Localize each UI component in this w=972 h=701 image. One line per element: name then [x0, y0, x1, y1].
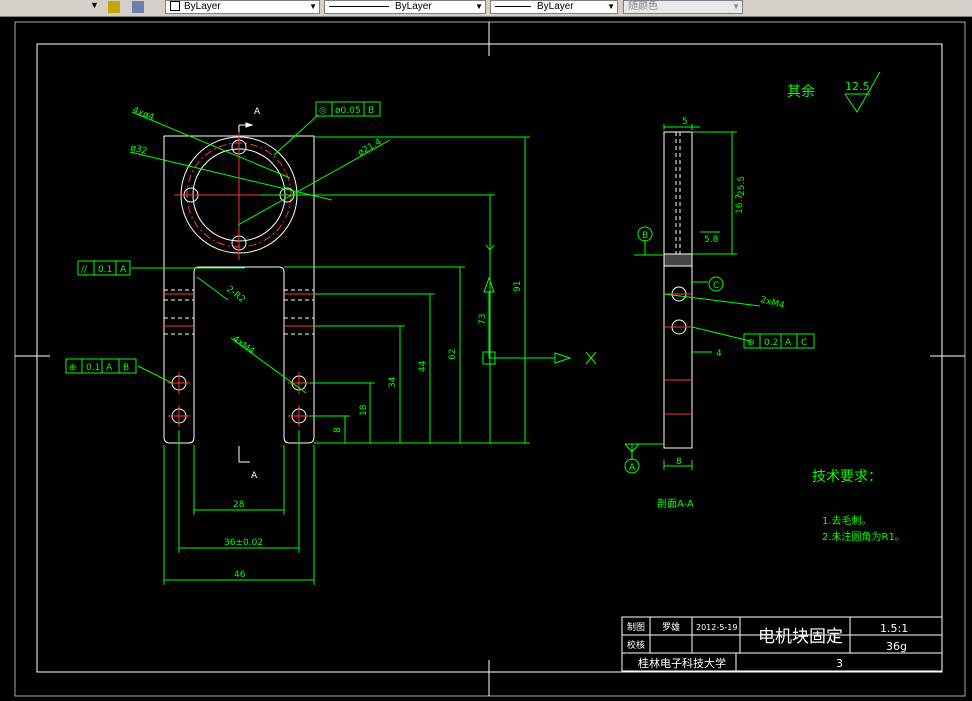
dim-phi21-label: ø21.4	[357, 137, 384, 159]
roughness-label: 其余	[787, 83, 815, 100]
side-bottom-block	[663, 265, 693, 449]
plotstyle-value: 随颜色	[628, 1, 658, 12]
dim-25-label: 25.5	[737, 176, 747, 196]
dim-28-label: 28	[233, 500, 245, 510]
check-label: 校核	[627, 639, 645, 651]
tol-position1-datum2: B	[123, 363, 129, 373]
drawn-by: 罗雄	[662, 621, 680, 633]
chevron-down-icon: ▼	[475, 2, 483, 11]
tech-item-2: 2.未注圆角为R1。	[822, 530, 905, 543]
tech-title: 技术要求：	[812, 469, 882, 485]
plotstyle-control: 随颜色 ▼	[623, 0, 743, 14]
datum-c-label: C	[713, 281, 719, 291]
front-view	[163, 130, 315, 444]
tol-concentric-symbol: ◎	[319, 106, 327, 116]
dim-5-label: 5	[682, 117, 688, 127]
linetype-value: ByLayer	[395, 1, 432, 12]
color-swatch-icon	[170, 1, 180, 12]
tol-position2-datum1: A	[785, 338, 792, 348]
dimension-lines	[129, 111, 597, 585]
tol-concentric-value: ø0.05	[335, 106, 361, 116]
tol-position2-value: 0.2	[764, 338, 778, 348]
drawing-canvas[interactable]: 其余 12.5 ◎ ø0.05 B // 0.1 A ⊕ 0.1 A B ⊕ 0…	[0, 17, 972, 701]
side-hatch	[663, 253, 693, 267]
tech-item-1: 1.去毛刺。	[822, 515, 872, 527]
tol-parallel-symbol: //	[81, 265, 88, 275]
dim-34-label: 34	[388, 376, 398, 388]
lineweight-value: ByLayer	[537, 1, 574, 12]
sheet-number: 3	[836, 657, 843, 670]
tol-position1-symbol: ⊕	[69, 363, 77, 373]
layer-previous-icon[interactable]	[132, 1, 144, 13]
properties-toolbar: ▼ ByLayer ▼ ByLayer ▼ ByLayer ▼ 随颜色 ▼	[0, 0, 972, 17]
scale: 1.5:1	[880, 622, 908, 635]
lineweight-preview-icon	[495, 5, 531, 7]
drawn-date: 2012-5-19	[696, 623, 737, 632]
side-dimension-lines	[624, 71, 881, 470]
dim-2xm4-label: 2xM4	[759, 295, 786, 311]
tol-position1-datum1: A	[106, 363, 113, 373]
weight: 36g	[886, 640, 907, 653]
section-mark-top-a: A	[254, 107, 261, 117]
dim-5-8-label: 5.8	[704, 235, 719, 245]
section-label: 剖面A-A	[657, 497, 694, 510]
layer-state-icon[interactable]	[108, 1, 120, 13]
dim-m4-label: 4xM4	[230, 334, 256, 357]
dim-44-label: 44	[418, 360, 428, 372]
lineweight-control[interactable]: ByLayer ▼	[490, 0, 618, 14]
tol-position1-value: 0.1	[86, 363, 100, 373]
dim-4-label: 4	[716, 349, 722, 359]
chevron-down-icon: ▼	[607, 2, 615, 11]
school: 桂林电子科技大学	[638, 656, 726, 670]
dim-16-label: 16.7	[735, 194, 745, 214]
part-name: 电机块固定	[758, 627, 843, 647]
datum-b-label: B	[642, 231, 648, 241]
dim-73-label: 73	[478, 314, 488, 325]
side-view	[663, 131, 693, 449]
tol-position2-datum2: C	[801, 338, 807, 348]
dim-36-label: 36±0.02	[224, 538, 263, 548]
section-mark-bottom-a: A	[251, 471, 258, 481]
tol-position2-symbol: ⊕	[747, 338, 755, 348]
dim-46-label: 46	[234, 570, 246, 580]
dim-8b-label: 8	[676, 457, 682, 467]
side-top-block	[663, 131, 693, 255]
dim-18-label: 18	[359, 404, 369, 416]
chevron-down-icon: ▼	[309, 2, 317, 11]
drawn-label: 制图	[627, 621, 645, 633]
dim-r2-label: 2-R2	[224, 284, 247, 305]
feature-control-frames	[65, 101, 815, 374]
tol-parallel-value: 0.1	[98, 265, 112, 275]
chevron-down-icon: ▼	[732, 2, 740, 11]
color-value: ByLayer	[184, 1, 221, 12]
tol-parallel-datum: A	[120, 265, 127, 275]
dim-8-label: 8	[333, 427, 343, 433]
dim-phi32-label: ø32	[129, 143, 148, 157]
tol-concentric-datum: B	[368, 106, 374, 116]
roughness-value: 12.5	[845, 80, 870, 93]
dim-hole-label: 4xø4	[131, 106, 156, 124]
datum-a-label: A	[629, 463, 636, 473]
linetype-preview-icon	[329, 5, 389, 7]
linetype-control[interactable]: ByLayer ▼	[324, 0, 486, 14]
dim-91-label: 91	[513, 281, 523, 292]
layer-dropdown-arrow-icon[interactable]: ▼	[90, 0, 104, 14]
color-control[interactable]: ByLayer ▼	[165, 0, 320, 14]
dim-62-label: 62	[448, 349, 458, 360]
